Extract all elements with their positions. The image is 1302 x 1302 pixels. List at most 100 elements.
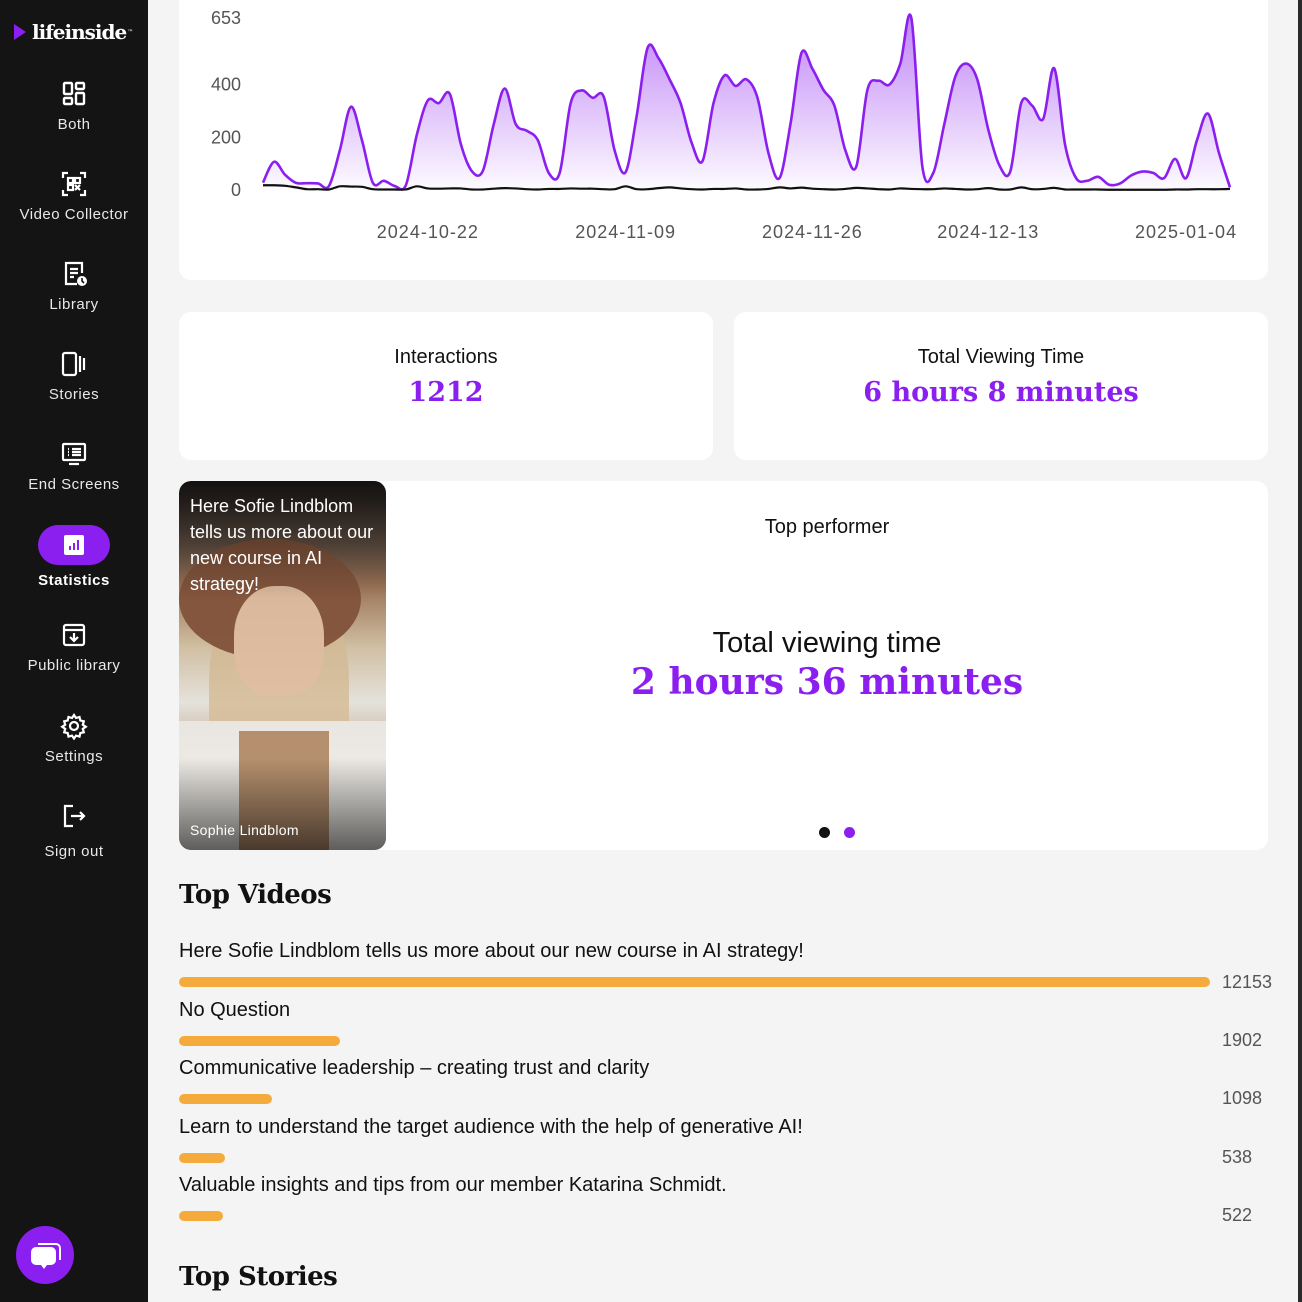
data-point-primary[interactable] [346,102,356,112]
data-point-primary[interactable] [280,170,290,180]
data-point-primary[interactable] [1170,154,1180,164]
data-point-primary[interactable] [467,166,477,176]
carousel-dot-2[interactable] [844,827,855,838]
data-point-secondary[interactable] [324,184,334,194]
data-point-secondary[interactable] [313,184,323,194]
data-point-primary[interactable] [1016,98,1026,108]
data-point-secondary[interactable] [478,184,488,194]
data-point-primary[interactable] [412,130,422,140]
data-point-secondary[interactable] [544,184,554,194]
sidebar-item-video-collector[interactable]: Video Collector [0,170,148,223]
data-point-secondary[interactable] [676,183,686,193]
data-point-secondary[interactable] [291,182,301,192]
data-point-secondary[interactable] [720,184,730,194]
data-point-primary[interactable] [928,168,938,178]
data-point-secondary[interactable] [280,181,290,191]
data-point-secondary[interactable] [423,183,433,193]
data-point-secondary[interactable] [643,184,653,194]
top-video-row[interactable]: Here Sofie Lindblom tells us more about … [179,940,1279,992]
data-point-secondary[interactable] [1170,184,1180,194]
data-point-secondary[interactable] [665,182,675,192]
carousel-dot-1[interactable] [819,827,830,838]
data-point-primary[interactable] [533,135,543,145]
data-point-primary[interactable] [1137,167,1147,177]
data-point-primary[interactable] [742,74,752,84]
top-video-row[interactable]: No Question 1902 [179,999,1279,1050]
data-point-secondary[interactable] [489,184,499,194]
data-point-secondary[interactable] [1137,185,1147,195]
data-point-secondary[interactable] [1104,185,1114,195]
data-point-secondary[interactable] [994,184,1004,194]
data-point-secondary[interactable] [500,183,510,193]
data-point-secondary[interactable] [412,181,422,191]
data-point-secondary[interactable] [709,184,719,194]
data-point-secondary[interactable] [445,183,455,193]
data-point-primary[interactable] [566,98,576,108]
data-point-primary[interactable] [1005,167,1015,177]
data-point-secondary[interactable] [533,184,543,194]
top-video-row[interactable]: Communicative leadership – creating trus… [179,1057,1279,1108]
data-point-primary[interactable] [555,168,565,178]
data-point-secondary[interactable] [390,184,400,194]
data-point-primary[interactable] [1159,173,1169,183]
data-point-secondary[interactable] [1082,184,1092,194]
data-point-primary[interactable] [818,85,828,95]
data-point-secondary[interactable] [928,184,938,194]
data-point-primary[interactable] [917,161,927,171]
data-point-primary[interactable] [895,59,905,69]
data-point-secondary[interactable] [1071,184,1081,194]
data-point-secondary[interactable] [621,181,631,191]
chat-button[interactable] [16,1226,74,1284]
data-point-secondary[interactable] [742,184,752,194]
sidebar-item-settings[interactable]: Settings [0,712,148,765]
data-point-secondary[interactable] [368,184,378,194]
data-point-secondary[interactable] [687,184,697,194]
data-point-primary[interactable] [335,145,345,155]
data-point-secondary[interactable] [1005,184,1015,194]
data-point-secondary[interactable] [785,183,795,193]
data-point-secondary[interactable] [840,184,850,194]
top-video-row[interactable]: Learn to understand the target audience … [179,1116,1279,1167]
data-point-primary[interactable] [774,173,784,183]
data-point-primary[interactable] [610,145,620,155]
data-point-primary[interactable] [1093,172,1103,182]
data-point-secondary[interactable] [654,183,664,193]
data-point-primary[interactable] [379,176,389,186]
data-point-primary[interactable] [1049,63,1059,73]
data-point-primary[interactable] [456,139,466,149]
data-point-secondary[interactable] [379,184,389,194]
data-point-primary[interactable] [588,93,598,103]
data-point-secondary[interactable] [1181,184,1191,194]
data-point-primary[interactable] [357,135,367,145]
data-point-primary[interactable] [665,74,675,84]
data-point-secondary[interactable] [1214,184,1224,194]
sidebar-item-statistics[interactable]: Statistics [0,525,148,589]
data-point-primary[interactable] [544,168,554,178]
data-point-primary[interactable] [434,98,444,108]
data-point-primary[interactable] [731,81,741,91]
data-point-secondary[interactable] [588,184,598,194]
data-point-primary[interactable] [950,72,960,82]
sidebar-item-sign-out[interactable]: Sign out [0,802,148,860]
data-point-secondary[interactable] [774,182,784,192]
data-point-primary[interactable] [621,167,631,177]
data-point-primary[interactable] [720,70,730,80]
data-point-secondary[interactable] [1115,185,1125,195]
data-point-secondary[interactable] [873,184,883,194]
data-point-primary[interactable] [983,124,993,134]
data-point-secondary[interactable] [1225,184,1235,194]
data-point-secondary[interactable] [401,184,411,194]
data-point-primary[interactable] [851,161,861,171]
data-point-secondary[interactable] [467,184,477,194]
data-point-primary[interactable] [687,138,697,148]
data-point-primary[interactable] [522,126,532,136]
data-point-primary[interactable] [1192,135,1202,145]
data-point-primary[interactable] [654,53,664,63]
data-point-primary[interactable] [1181,173,1191,183]
data-point-secondary[interactable] [269,180,279,190]
data-point-secondary[interactable] [434,184,444,194]
data-point-primary[interactable] [698,156,708,166]
data-point-secondary[interactable] [763,184,773,194]
data-point-primary[interactable] [632,111,642,121]
data-point-secondary[interactable] [829,184,839,194]
